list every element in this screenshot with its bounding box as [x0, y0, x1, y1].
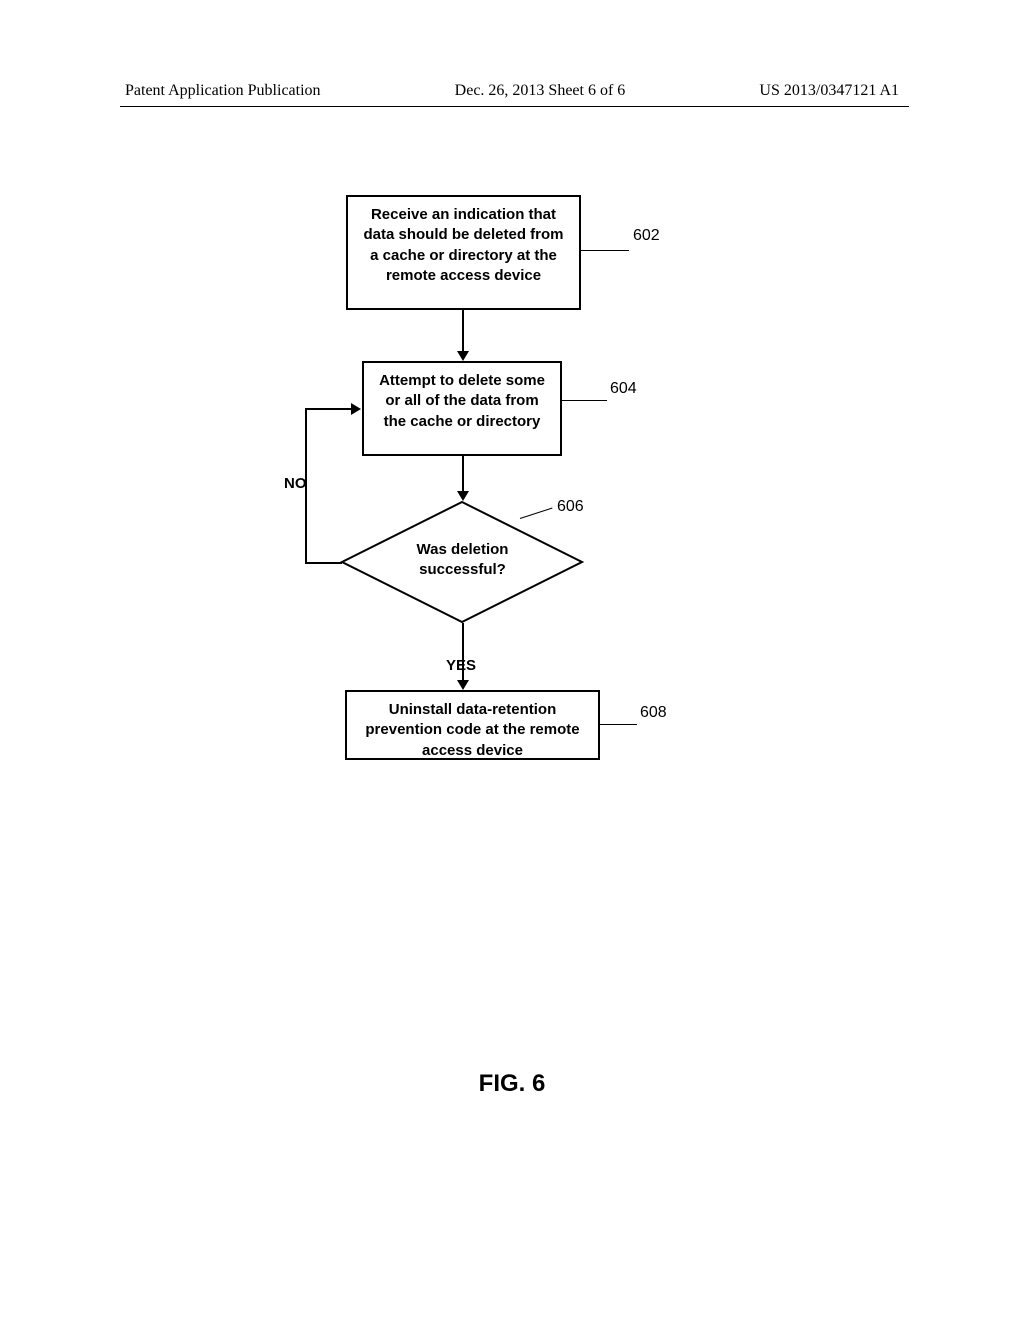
arrowhead-down-icon [457, 680, 469, 690]
header-center-text: Dec. 26, 2013 Sheet 6 of 6 [455, 82, 626, 100]
ref-label-602: 602 [633, 227, 660, 245]
ref-label-604: 604 [610, 380, 637, 398]
arrow-line [305, 408, 352, 410]
process-box-602: Receive an indication that data should b… [346, 195, 581, 310]
figure-caption: FIG. 6 [0, 1070, 1024, 1098]
header-right-text: US 2013/0347121 A1 [759, 82, 899, 100]
no-label: NO [284, 475, 307, 492]
arrow-line [305, 562, 342, 564]
leader-line [562, 400, 607, 401]
header-left-text: Patent Application Publication [125, 82, 321, 100]
arrowhead-down-icon [457, 351, 469, 361]
process-box-608: Uninstall data-retention prevention code… [345, 690, 600, 760]
ref-label-606: 606 [557, 498, 584, 516]
process-text: Uninstall data-retention prevention code… [365, 701, 579, 759]
yes-label: YES [446, 657, 476, 674]
arrow-line [462, 310, 464, 352]
process-box-604: Attempt to delete some or all of the dat… [362, 361, 562, 456]
leader-line [581, 250, 629, 251]
process-text: Receive an indication that data should b… [363, 206, 563, 284]
leader-line [600, 724, 637, 725]
ref-label-608: 608 [640, 704, 667, 722]
process-text: Attempt to delete some or all of the dat… [379, 372, 545, 430]
header-divider [120, 106, 909, 107]
decision-text: Was deletion successful? [390, 540, 535, 581]
arrowhead-right-icon [351, 403, 361, 415]
page-header: Patent Application Publication Dec. 26, … [0, 82, 1024, 100]
arrow-line [462, 456, 464, 492]
